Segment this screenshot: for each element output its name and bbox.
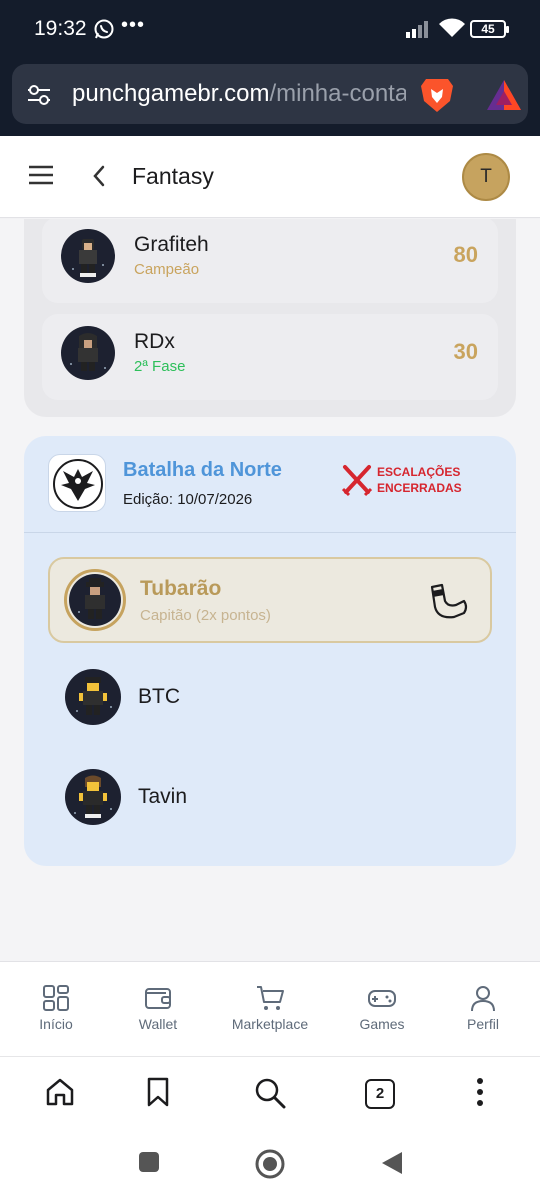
bat-rewards-icon[interactable] [486,79,522,111]
bookmark-icon[interactable] [146,1077,170,1107]
captain-armband-icon [430,583,468,619]
hamburger-menu-icon[interactable] [28,164,54,186]
league-name: Batalha da Norte [123,459,282,481]
nav-label: Perfil [467,1016,499,1032]
back-arrow-icon[interactable] [90,164,108,188]
ranking-row[interactable]: RDx 2ª Fase 30 [42,314,498,400]
player-score: 30 [453,339,478,364]
nav-label: Games [359,1016,405,1032]
player-avatar [61,326,115,380]
nav-item-wallet[interactable]: Wallet [127,984,189,1032]
home-button-icon[interactable] [254,1148,286,1180]
player-name: RDx [134,330,175,353]
player-avatar [61,229,115,283]
captain-role: Capitão (2x pontos) [140,607,271,624]
captain-avatar [64,569,126,631]
recent-apps-icon[interactable] [137,1150,161,1174]
app-header: Fantasy T [0,136,540,218]
gamepad-icon [368,990,396,1007]
nav-item-games[interactable]: Games [350,984,414,1032]
cart-icon [257,986,284,1010]
whatsapp-icon [94,19,114,39]
lineups-closed-status: ESCALAÇÕES ENCERRADAS [377,464,477,496]
status-bar: 19:32 ••• 45 [0,0,540,58]
league-edition: Edição: 10/07/2026 [123,491,253,508]
crossed-swords-icon [342,465,372,497]
nav-item-inicio[interactable]: Início [26,984,86,1032]
player-name: Grafiteh [134,233,209,256]
nav-item-marketplace[interactable]: Marketplace [224,984,316,1032]
browser-toolbar: 2 [0,1056,540,1132]
browser-address-bar: punchgamebr.com/minha-conta [0,58,540,136]
squad-avatar [65,769,121,825]
squad-row-captain[interactable]: Tubarão Capitão (2x pontos) [48,557,492,643]
wallet-icon [145,988,171,1009]
player-status: Campeão [134,261,200,278]
bottom-navigation: Início Wallet Marketplace Games Perfil [0,961,540,1056]
squad-player-name: Tubarão [140,577,222,600]
search-icon[interactable] [254,1077,286,1109]
squad-row[interactable]: BTC [48,656,492,742]
squad-avatar [65,669,121,725]
squad-row[interactable]: Tavin [48,756,492,842]
user-icon [471,986,495,1012]
squad-player-name: Tavin [138,785,188,808]
league-logo [48,454,106,512]
squad-player-name: BTC [138,685,180,708]
url-text: punchgamebr.com/minha-conta [72,80,406,108]
battery-icon: 45 [470,20,509,38]
more-menu-icon[interactable] [474,1077,486,1107]
signal-icon [406,21,428,38]
fantasy-content: Grafiteh Campeão 80 RDx 2ª Fase 30 Batal… [0,219,540,961]
more-notifications-icon: ••• [121,14,146,36]
tabs-button[interactable]: 2 [365,1079,395,1109]
divider [24,532,516,533]
grid-icon [43,985,69,1011]
brave-shield-icon[interactable] [420,77,454,113]
status-line-1: ESCALAÇÕES [377,465,461,479]
url-domain: punchgamebr.com [72,80,270,107]
site-settings-icon[interactable] [26,83,52,107]
player-status: 2ª Fase [134,358,186,375]
url-path: /minha-conta [269,80,406,107]
home-icon[interactable] [45,1077,75,1107]
status-time: 19:32 [34,17,87,40]
league-card: Batalha da Norte Edição: 10/07/2026 ESCA… [24,436,516,866]
back-button-icon[interactable] [380,1150,404,1176]
page-title: Fantasy [132,163,214,189]
user-avatar[interactable]: T [462,153,510,201]
nav-label: Marketplace [231,1016,309,1032]
status-line-2: ENCERRADAS [377,481,462,495]
ranking-row[interactable]: Grafiteh Campeão 80 [42,219,498,303]
nav-label: Wallet [138,1016,178,1032]
nav-label: Início [39,1016,73,1032]
wifi-icon [439,18,465,37]
url-field[interactable]: punchgamebr.com/minha-conta [12,64,528,124]
nav-item-perfil[interactable]: Perfil [453,984,513,1032]
player-score: 80 [453,242,478,267]
system-navigation [0,1132,540,1200]
